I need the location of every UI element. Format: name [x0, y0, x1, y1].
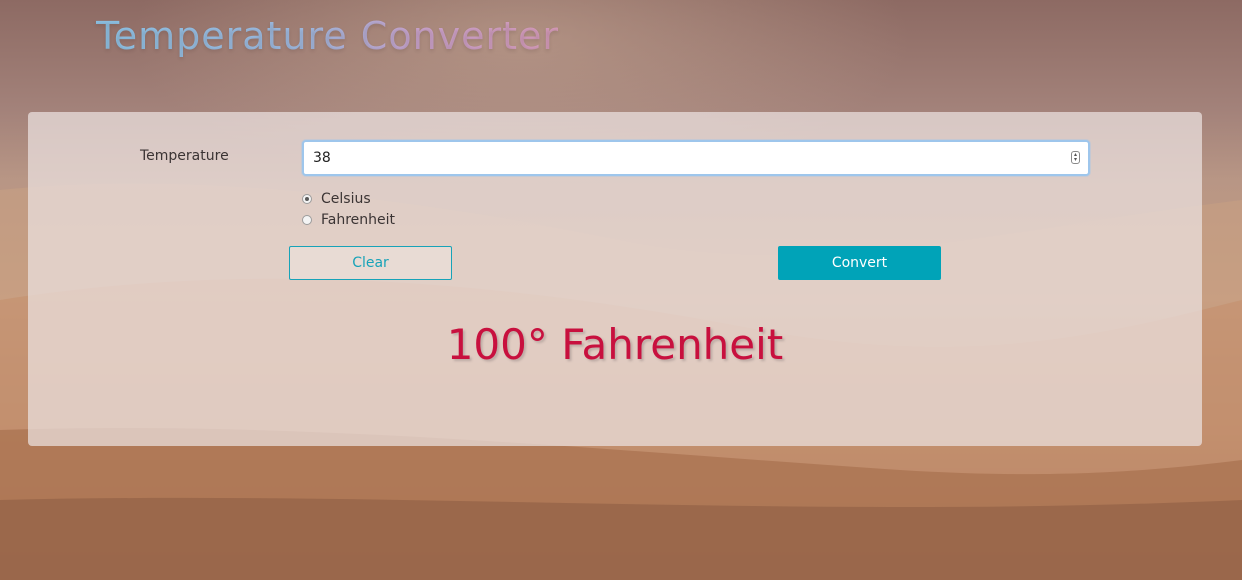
temperature-input[interactable]	[304, 142, 1053, 174]
unit-option-celsius[interactable]: Celsius	[302, 190, 371, 208]
fahrenheit-radio[interactable]	[302, 215, 312, 225]
converter-panel: Temperature ▴▾ Celsius Fahrenheit Clear …	[28, 112, 1202, 446]
page-title: Temperature Converter	[96, 14, 560, 58]
fahrenheit-label: Fahrenheit	[321, 212, 396, 228]
conversion-result: 100° Fahrenheit	[446, 320, 784, 369]
celsius-label: Celsius	[321, 191, 371, 207]
unit-option-fahrenheit[interactable]: Fahrenheit	[302, 211, 395, 229]
temperature-label: Temperature	[140, 148, 229, 164]
number-spinner-icon[interactable]: ▴ ▾	[1071, 151, 1080, 164]
clear-button[interactable]: Clear	[289, 246, 452, 280]
celsius-radio[interactable]	[302, 194, 312, 204]
temperature-field: ▴▾	[302, 140, 1090, 176]
convert-button[interactable]: Convert	[778, 246, 941, 280]
